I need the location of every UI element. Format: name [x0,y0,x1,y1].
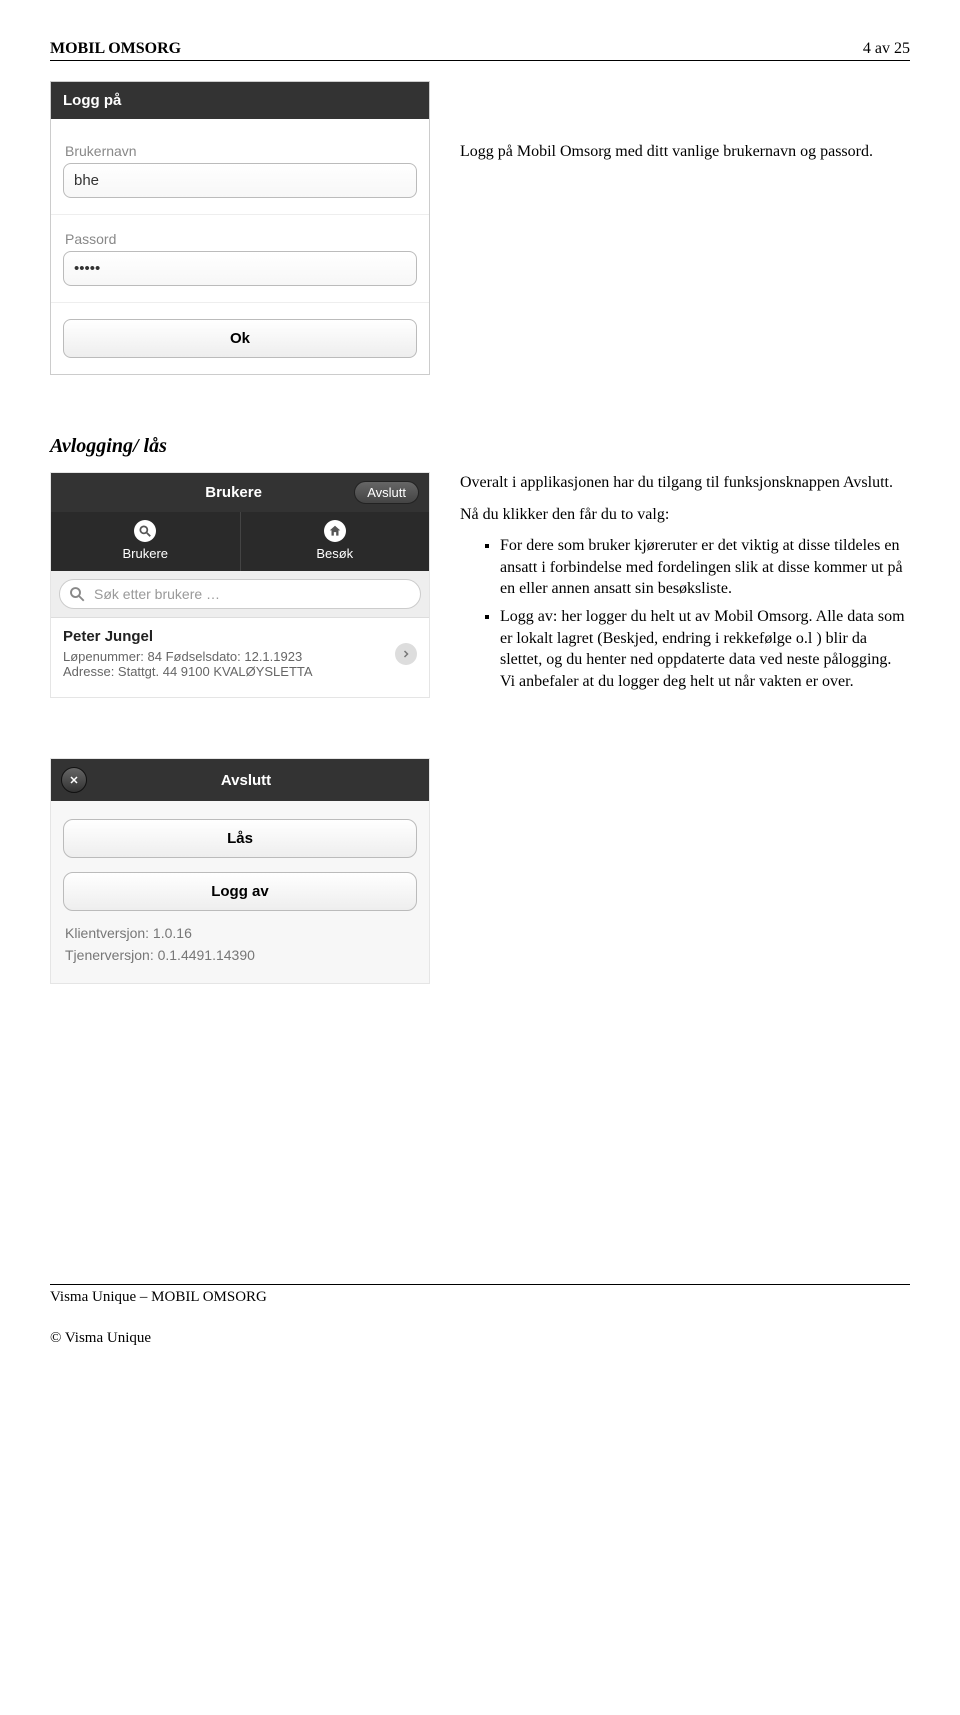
search-placeholder: Søk etter brukere … [94,586,220,602]
user-line2: Adresse: Stattgt. 44 9100 KVALØYSLETTA [63,664,395,679]
search-input[interactable]: Søk etter brukere … [59,579,421,609]
client-version: Klientversjon: 1.0.16 [65,925,415,941]
ok-button[interactable]: Ok [63,319,417,358]
login-screenshot: Logg på Brukernavn Passord Ok [50,81,430,375]
search-icon [134,520,156,542]
tab-besok-label: Besøk [316,546,353,561]
avslutt-pill-button[interactable]: Avslutt [354,481,419,504]
chevron-right-icon [395,643,417,665]
home-icon [324,520,346,542]
copyright: © Visma Unique [50,1330,910,1347]
login-instruction: Logg på Mobil Omsorg med ditt vanlige br… [460,81,910,375]
search-icon [68,585,86,603]
logout-button[interactable]: Logg av [63,872,417,911]
tab-brukere-label: Brukere [122,546,168,561]
para2: Nå du klikker den får du to valg: [460,506,669,523]
user-line1: Løpenummer: 84 Fødselsdato: 12.1.1923 [63,649,395,664]
list-item[interactable]: Peter Jungel Løpenummer: 84 Fødselsdato:… [51,618,429,693]
avslutt-title: Avslutt [99,772,393,789]
avslutt-screenshot: Avslutt Lås Logg av Klientversjon: 1.0.1… [50,758,430,984]
header-left: MOBIL OMSORG [50,40,181,58]
tab-brukere[interactable]: Brukere [51,512,241,571]
bullet-item: For dere som bruker kjøreruter er det vi… [500,535,910,600]
section-title-avlogging: Avlogging/ lås [50,435,910,458]
username-label: Brukernavn [65,143,417,159]
tab-besok[interactable]: Besøk [241,512,430,571]
footer-line1: Visma Unique – MOBIL OMSORG [50,1289,267,1305]
login-title-bar: Logg på [51,82,429,119]
password-label: Passord [65,231,417,247]
para1: Overalt i applikasjonen har du tilgang t… [460,474,893,491]
username-input[interactable] [63,163,417,198]
page-header: MOBIL OMSORG 4 av 25 [50,40,910,61]
bullet-item: Logg av: her logger du helt ut av Mobil … [500,606,910,692]
brukere-screenshot: Brukere Avslutt Brukere Besøk [50,472,430,698]
user-name: Peter Jungel [63,628,395,645]
header-page-number: 4 av 25 [863,40,910,58]
brukere-title: Brukere [113,484,354,501]
page-footer: Visma Unique – MOBIL OMSORG [50,1284,910,1306]
close-icon[interactable] [61,767,87,793]
password-input[interactable] [63,251,417,286]
lock-button[interactable]: Lås [63,819,417,858]
server-version: Tjenerversjon: 0.1.4491.14390 [65,947,415,963]
